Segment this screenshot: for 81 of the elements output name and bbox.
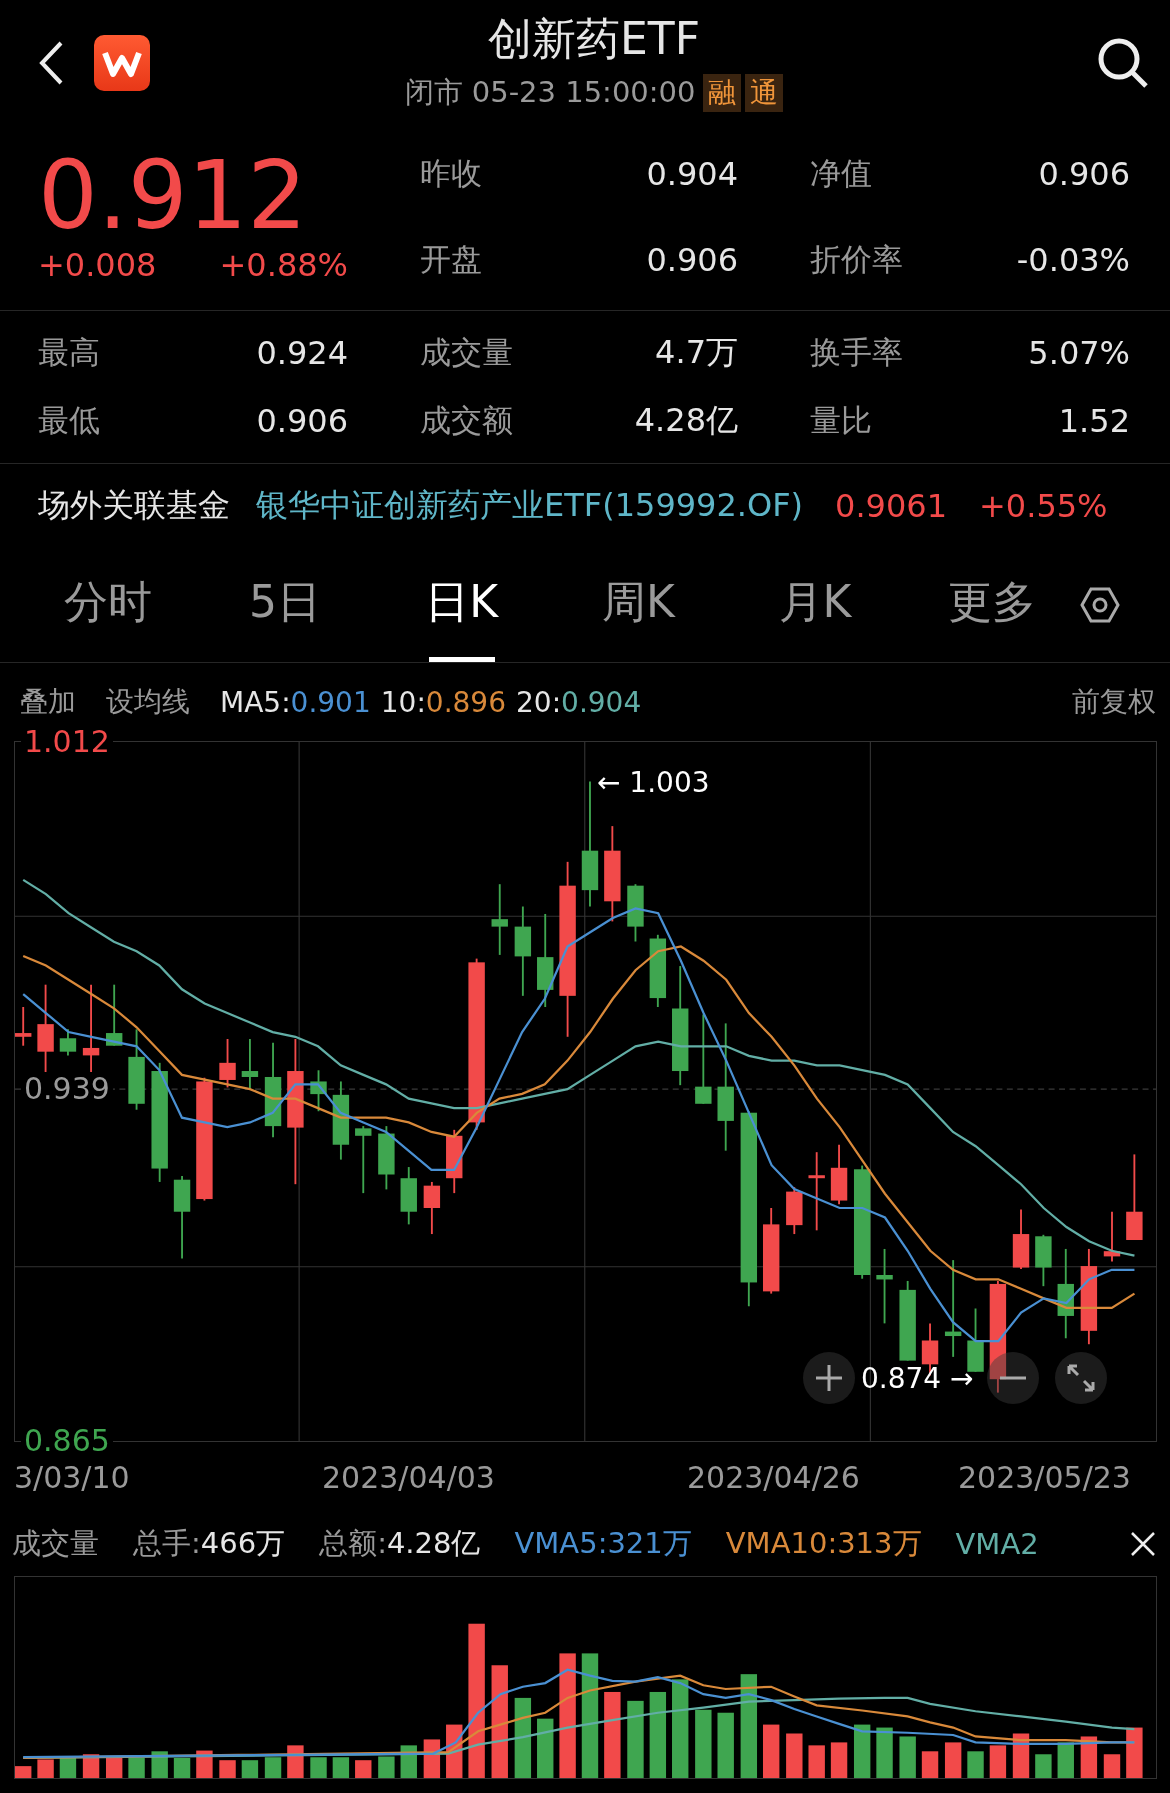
stat-value: 0.924 bbox=[256, 334, 348, 372]
chart-tab[interactable]: 周K bbox=[601, 548, 675, 662]
stat-value: 1.52 bbox=[1058, 402, 1130, 440]
fund-price: 0.9061 bbox=[835, 487, 948, 525]
candlestick bbox=[219, 1038, 236, 1089]
zoom-in-button[interactable] bbox=[803, 1352, 855, 1404]
close-icon[interactable] bbox=[1130, 1531, 1156, 1557]
candlestick bbox=[310, 1069, 327, 1113]
volume-stat: 总额:4.28亿 bbox=[319, 1525, 481, 1562]
zoom-out-button[interactable] bbox=[987, 1352, 1039, 1404]
candlestick bbox=[355, 1125, 372, 1195]
stat-label: 最低 bbox=[38, 401, 100, 440]
candlestick bbox=[1103, 1210, 1121, 1263]
stat-label: 成交量 bbox=[420, 333, 513, 372]
expand-button[interactable] bbox=[1055, 1352, 1107, 1404]
stat-value: 4.28亿 bbox=[634, 400, 738, 441]
date-label: 2023/04/03 bbox=[322, 1459, 496, 1495]
candlestick bbox=[106, 983, 123, 1047]
candlestick bbox=[423, 1181, 441, 1235]
candlestick bbox=[446, 1128, 463, 1195]
stat-value: 0.906 bbox=[256, 402, 348, 440]
stat-label: 最高 bbox=[38, 333, 100, 372]
moving-average-reading: 20:0.904 bbox=[516, 685, 642, 719]
trading-tag: 融 bbox=[703, 73, 742, 112]
minus-icon bbox=[998, 1375, 1028, 1381]
linked-fund-link[interactable]: 银华中证创新药产业ETF(159992.OF) bbox=[256, 484, 804, 528]
stat-value: 4.7万 bbox=[655, 332, 738, 373]
volume-average-reading: VMA10:313万 bbox=[725, 1525, 922, 1562]
stat-value: 0.904 bbox=[646, 154, 738, 193]
fund-change: +0.55% bbox=[979, 487, 1108, 525]
candlestick bbox=[15, 1006, 32, 1047]
candlestick bbox=[400, 1166, 417, 1226]
chart-tab[interactable]: 分时 bbox=[64, 548, 153, 662]
volume-stat: 总手:466万 bbox=[133, 1525, 286, 1562]
volume-average-reading: VMA5:321万 bbox=[514, 1525, 692, 1562]
candlestick bbox=[1012, 1208, 1030, 1270]
candlestick bbox=[967, 1307, 984, 1373]
last-price: 0.912 bbox=[38, 145, 309, 246]
market-status: 闭市 05-23 15:00:00 bbox=[404, 73, 696, 111]
candlestick bbox=[59, 1028, 77, 1057]
chart-tab[interactable]: 更多 bbox=[947, 548, 1036, 662]
price-adjust-button[interactable]: 前复权 bbox=[1072, 683, 1156, 721]
date-label: 3/03/10 bbox=[14, 1459, 131, 1495]
stat-value: 0.906 bbox=[646, 240, 738, 279]
candlestick bbox=[1035, 1233, 1052, 1288]
candlestick bbox=[241, 1038, 259, 1090]
candlestick bbox=[627, 883, 644, 943]
stat-label: 开盘 bbox=[420, 239, 482, 279]
chart-option-button[interactable]: 叠加 bbox=[20, 683, 76, 721]
trading-tag: 通 bbox=[745, 73, 784, 112]
volume-average-reading: VMA2 bbox=[955, 1527, 1039, 1561]
stat-label: 量比 bbox=[810, 401, 872, 440]
chart-option-button[interactable]: 设均线 bbox=[106, 683, 190, 721]
date-label: 2023/04/26 bbox=[687, 1459, 861, 1495]
candlestick bbox=[830, 1143, 848, 1206]
plus-icon bbox=[814, 1363, 844, 1393]
stat-label: 折价率 bbox=[810, 239, 903, 279]
back-button[interactable] bbox=[38, 39, 64, 86]
low-marker: 0.874 → bbox=[861, 1362, 974, 1395]
stat-label: 换手率 bbox=[810, 333, 903, 372]
price-change: +0.008 bbox=[38, 245, 157, 284]
moving-average-reading: MA5:0.901 bbox=[220, 685, 371, 719]
percent-change: +0.88% bbox=[219, 245, 348, 284]
stat-value: -0.03% bbox=[1016, 240, 1130, 279]
stat-value: 5.07% bbox=[1028, 334, 1130, 372]
date-label: 2023/05/23 bbox=[958, 1459, 1132, 1495]
page-title: 创新药ETF bbox=[488, 12, 700, 65]
app-logo-icon bbox=[94, 34, 150, 91]
candlestick bbox=[378, 1125, 395, 1191]
stat-label: 成交额 bbox=[420, 401, 513, 440]
stat-label: 昨收 bbox=[420, 153, 482, 193]
stat-value: 0.906 bbox=[1038, 154, 1130, 193]
moving-average-reading: 10:0.896 bbox=[380, 685, 506, 719]
chart-tab[interactable]: 5日 bbox=[249, 548, 321, 662]
linked-fund-label: 场外关联基金 bbox=[38, 485, 230, 526]
chart-tab[interactable]: 月K bbox=[778, 548, 852, 662]
candlestick bbox=[786, 1186, 803, 1235]
high-marker: ← 1.003 bbox=[597, 766, 710, 799]
stat-label: 净值 bbox=[810, 153, 872, 193]
expand-icon bbox=[1065, 1362, 1097, 1394]
volume-title: 成交量 bbox=[12, 1525, 99, 1562]
